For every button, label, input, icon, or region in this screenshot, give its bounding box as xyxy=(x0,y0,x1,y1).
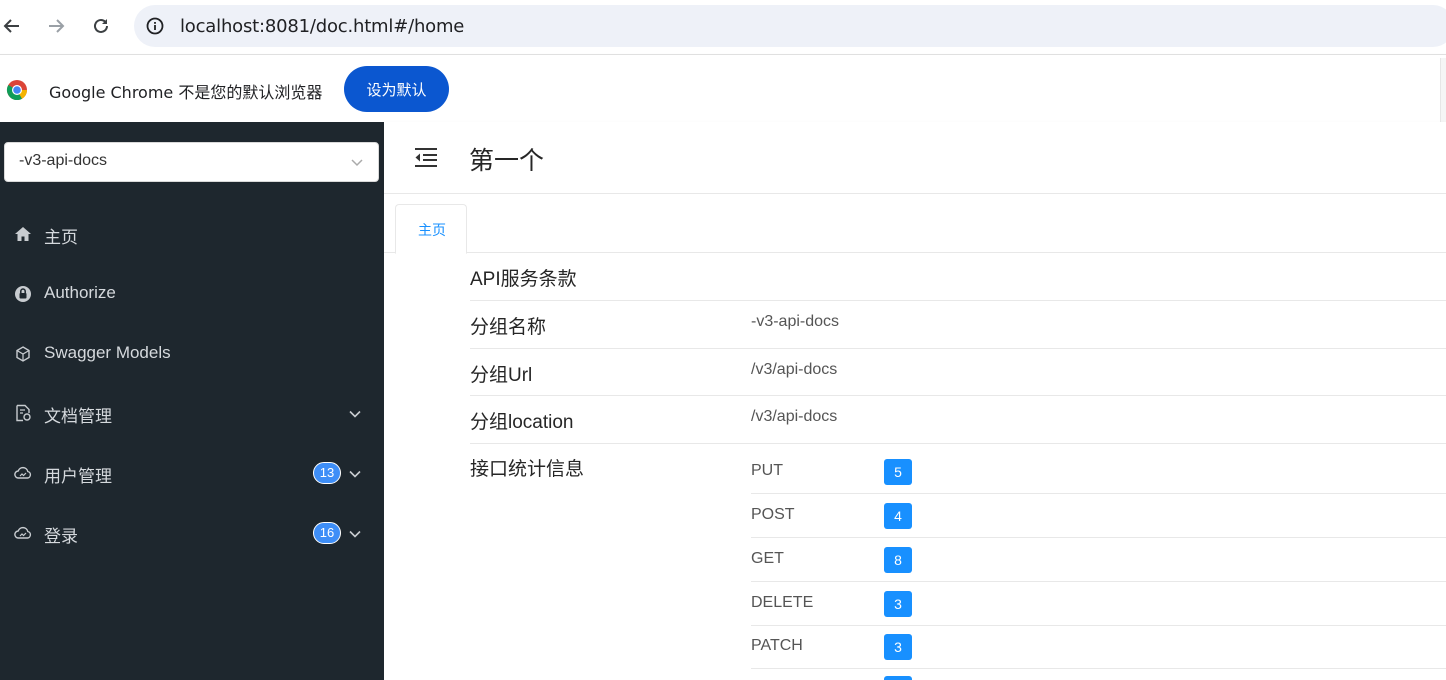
stat-row: POST 4 xyxy=(751,494,1446,538)
stat-row: PUT 5 xyxy=(751,450,1446,494)
stats-label: 接口统计信息 xyxy=(470,459,585,480)
info-key: API服务条款 xyxy=(470,269,577,290)
info-row-group-url: 分组Url /v3/api-docs xyxy=(470,349,1446,396)
stat-row: GET 8 xyxy=(751,538,1446,582)
arrow-right-icon xyxy=(49,19,65,33)
method-count-badge: 8 xyxy=(884,547,912,573)
method-count-badge: 5 xyxy=(884,459,912,485)
info-icon[interactable] xyxy=(146,17,164,35)
main-header: 第一个 xyxy=(384,122,1446,194)
set-default-button[interactable]: 设为默认 xyxy=(344,66,449,112)
reload-button[interactable] xyxy=(85,10,117,42)
info-row-terms: API服务条款 xyxy=(470,253,1446,301)
info-row-group-name: 分组名称 -v3-api-docs xyxy=(470,301,1446,349)
info-value: /v3/api-docs xyxy=(751,408,838,425)
address-bar[interactable]: localhost:8081/doc.html#/home xyxy=(134,5,1446,47)
count-badge: 13 xyxy=(313,462,341,484)
sidebar-item-label: 主页 xyxy=(44,228,78,247)
sidebar-item-home[interactable]: 主页 xyxy=(0,204,384,264)
infobar-message: Google Chrome 不是您的默认浏览器 xyxy=(49,83,323,102)
sidebar-item-swagger-models[interactable]: Swagger Models xyxy=(0,324,384,384)
reload-icon xyxy=(94,18,108,33)
menu-collapse-icon[interactable] xyxy=(414,146,438,168)
sidebar-item-label: Authorize xyxy=(44,283,116,302)
info-row-group-location: 分组location /v3/api-docs xyxy=(470,396,1446,444)
sidebar-item-label: Swagger Models xyxy=(44,343,171,362)
lock-icon xyxy=(15,286,31,302)
count-badge: 16 xyxy=(313,522,341,544)
group-select[interactable]: -v3-api-docs xyxy=(4,142,379,182)
chevron-down-icon xyxy=(351,159,363,167)
info-key: 分组Url xyxy=(470,365,533,386)
http-method: PATCH xyxy=(751,637,803,654)
sidebar-item-doc-management[interactable]: 文档管理 xyxy=(0,383,384,443)
method-count-badge xyxy=(884,676,912,680)
url-text[interactable]: localhost:8081/doc.html#/home xyxy=(180,16,464,37)
sidebar-item-user-management[interactable]: 用户管理 13 xyxy=(0,443,384,503)
stat-row: DELETE 3 xyxy=(751,582,1446,626)
info-value: /v3/api-docs xyxy=(751,361,838,378)
tab-home[interactable]: 主页 xyxy=(395,204,467,254)
http-method: DELETE xyxy=(751,594,814,611)
http-method: POST xyxy=(751,506,795,523)
group-select-value: -v3-api-docs xyxy=(19,152,108,169)
method-count-badge: 3 xyxy=(884,634,912,660)
tab-strip: 主页 xyxy=(384,194,1446,254)
info-key: 分组location xyxy=(470,412,574,433)
default-browser-infobar: Google Chrome 不是您的默认浏览器 设为默认 xyxy=(0,54,1446,122)
chevron-down-icon xyxy=(349,410,361,418)
sidebar-item-authorize[interactable]: Authorize xyxy=(0,264,384,324)
http-method: PUT xyxy=(751,462,783,479)
chevron-down-icon xyxy=(349,530,361,538)
home-icon xyxy=(15,227,31,241)
cloud-icon xyxy=(14,526,32,539)
tab-label: 主页 xyxy=(418,222,446,238)
sidebar-item-login[interactable]: 登录 16 xyxy=(0,503,384,563)
chevron-down-icon xyxy=(349,470,361,478)
page-title: 第一个 xyxy=(469,146,545,175)
sidebar-item-label: 用户管理 xyxy=(44,467,112,486)
chrome-logo-icon xyxy=(6,80,28,101)
info-key: 分组名称 xyxy=(470,317,547,338)
browser-toolbar: localhost:8081/doc.html#/home xyxy=(0,0,1446,54)
forward-button[interactable] xyxy=(40,10,72,42)
method-count-badge: 3 xyxy=(884,591,912,617)
cloud-icon xyxy=(14,466,32,479)
back-button[interactable] xyxy=(0,10,28,42)
info-value: -v3-api-docs xyxy=(751,313,840,330)
method-count-badge: 4 xyxy=(884,503,912,529)
arrow-left-icon xyxy=(3,19,19,33)
http-method: GET xyxy=(751,550,784,567)
sidebar: -v3-api-docs 主页 Authorize Swagger Models… xyxy=(0,122,384,680)
cube-icon xyxy=(16,346,30,362)
stat-row: PATCH 3 xyxy=(751,625,1446,669)
sidebar-item-label: 登录 xyxy=(44,527,78,546)
doc-settings-icon xyxy=(16,404,31,422)
sidebar-item-label: 文档管理 xyxy=(44,407,112,426)
